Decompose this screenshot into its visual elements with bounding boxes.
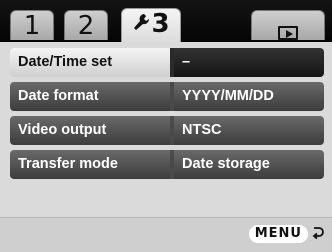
tab-3-setup[interactable]: 3 [121,8,181,42]
return-icon [312,227,324,240]
menu-row-value: YYYY/MM/DD [170,82,324,111]
wrench-icon [132,9,150,39]
footer-bar: MENU [0,217,332,252]
tab-3-label: 3 [151,9,170,39]
menu-row-date-format[interactable]: Date format YYYY/MM/DD [10,82,324,111]
menu-row-transfer-mode[interactable]: Transfer mode Date storage [10,150,324,179]
menu-row-label: Date/Time set [10,48,170,77]
tab-1-label: 1 [23,11,41,41]
menu-row-date-time-set[interactable]: Date/Time set – [10,48,324,77]
menu-row-label: Date format [10,82,170,111]
menu-row-value: – [170,48,324,77]
menu-row-label: Transfer mode [10,150,170,179]
menu-button[interactable]: MENU [248,225,308,243]
menu-row-value: NTSC [170,116,324,145]
playback-icon [278,26,298,40]
menu-row-label: Video output [10,116,170,145]
menu-list: Date/Time set – Date format YYYY/MM/DD V… [0,42,332,217]
tab-bar: 1 2 3 [0,0,332,42]
menu-row-value: Date storage [170,150,324,179]
tab-2-label: 2 [77,11,95,41]
menu-row-video-output[interactable]: Video output NTSC [10,116,324,145]
tab-1[interactable]: 1 [10,10,54,41]
camera-setup-menu: 1 2 3 Date/Time set – Date format YYYY/M… [0,0,332,252]
tab-2[interactable]: 2 [64,10,108,41]
tab-playback[interactable] [251,10,325,40]
